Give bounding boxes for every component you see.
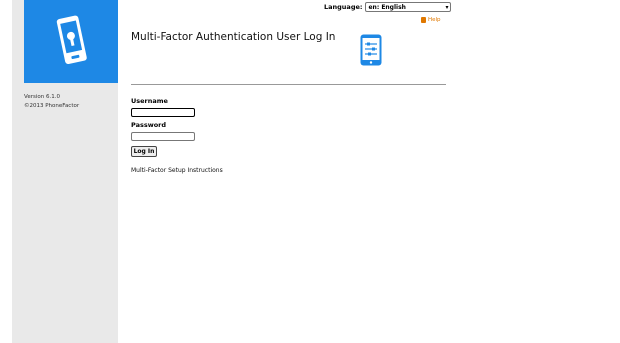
password-input[interactable]	[131, 132, 195, 141]
login-button[interactable]: Log In	[131, 146, 157, 157]
chevron-down-icon: ▾	[445, 3, 449, 11]
setup-instructions-link[interactable]: Multi-Factor Setup Instructions	[131, 167, 223, 174]
logo	[24, 0, 118, 83]
help-label: Help	[428, 17, 441, 23]
version-info: Version 6.1.0 ©2013 PhoneFactor	[24, 93, 79, 111]
page-title: Multi-Factor Authentication User Log In	[131, 31, 336, 43]
language-selected-value: en: English	[368, 3, 406, 11]
username-input[interactable]	[131, 108, 195, 117]
help-icon	[421, 17, 426, 23]
copyright-text: ©2013 PhoneFactor	[24, 103, 80, 109]
password-label: Password	[131, 121, 167, 129]
version-text: Version 6.1.0	[24, 94, 60, 100]
help-link[interactable]: Help	[421, 17, 441, 23]
phone-lock-icon	[56, 15, 87, 65]
mobile-settings-icon	[360, 34, 382, 66]
language-select[interactable]: en: English ▾	[365, 2, 452, 12]
sidebar: Version 6.1.0 ©2013 PhoneFactor	[12, 0, 118, 343]
username-label: Username	[131, 97, 168, 105]
language-selector-row: Language: en: English ▾	[324, 2, 452, 12]
language-label: Language:	[324, 3, 363, 11]
header-divider	[131, 84, 446, 85]
